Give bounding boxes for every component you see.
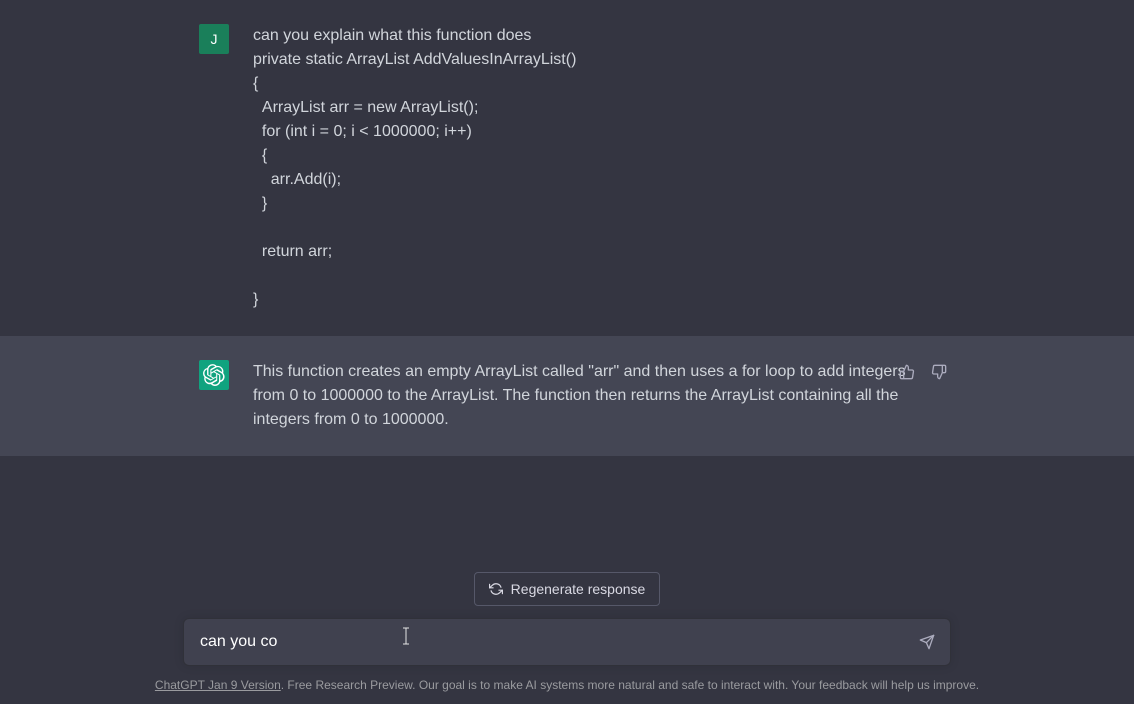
chat-input[interactable] <box>183 618 951 666</box>
thumbs-up-icon <box>899 364 915 380</box>
assistant-message-text: This function creates an empty ArrayList… <box>253 360 935 432</box>
send-button[interactable] <box>915 630 939 654</box>
assistant-message-row: This function creates an empty ArrayList… <box>0 336 1134 456</box>
send-icon <box>919 634 935 650</box>
openai-logo-icon <box>203 364 225 386</box>
footer-version-link[interactable]: ChatGPT Jan 9 Version <box>155 678 281 692</box>
assistant-avatar <box>199 360 229 390</box>
thumbs-up-button[interactable] <box>895 360 919 384</box>
thumbs-down-icon <box>931 364 947 380</box>
refresh-icon <box>489 582 503 596</box>
conversation: J can you explain what this function doe… <box>0 0 1134 456</box>
footer-rest-text: . Free Research Preview. Our goal is to … <box>281 678 979 692</box>
user-message-row: J can you explain what this function doe… <box>0 0 1134 336</box>
thumbs-down-button[interactable] <box>927 360 951 384</box>
regenerate-button[interactable]: Regenerate response <box>474 572 661 606</box>
bottom-area: Regenerate response ChatGPT Jan 9 Versio… <box>0 572 1134 704</box>
user-avatar-letter: J <box>211 31 218 47</box>
regenerate-label: Regenerate response <box>511 581 646 597</box>
user-message-text: can you explain what this function does … <box>253 24 935 312</box>
footer-text: ChatGPT Jan 9 Version. Free Research Pre… <box>16 678 1118 692</box>
input-row <box>183 618 951 666</box>
user-avatar: J <box>199 24 229 54</box>
message-actions <box>895 360 951 384</box>
